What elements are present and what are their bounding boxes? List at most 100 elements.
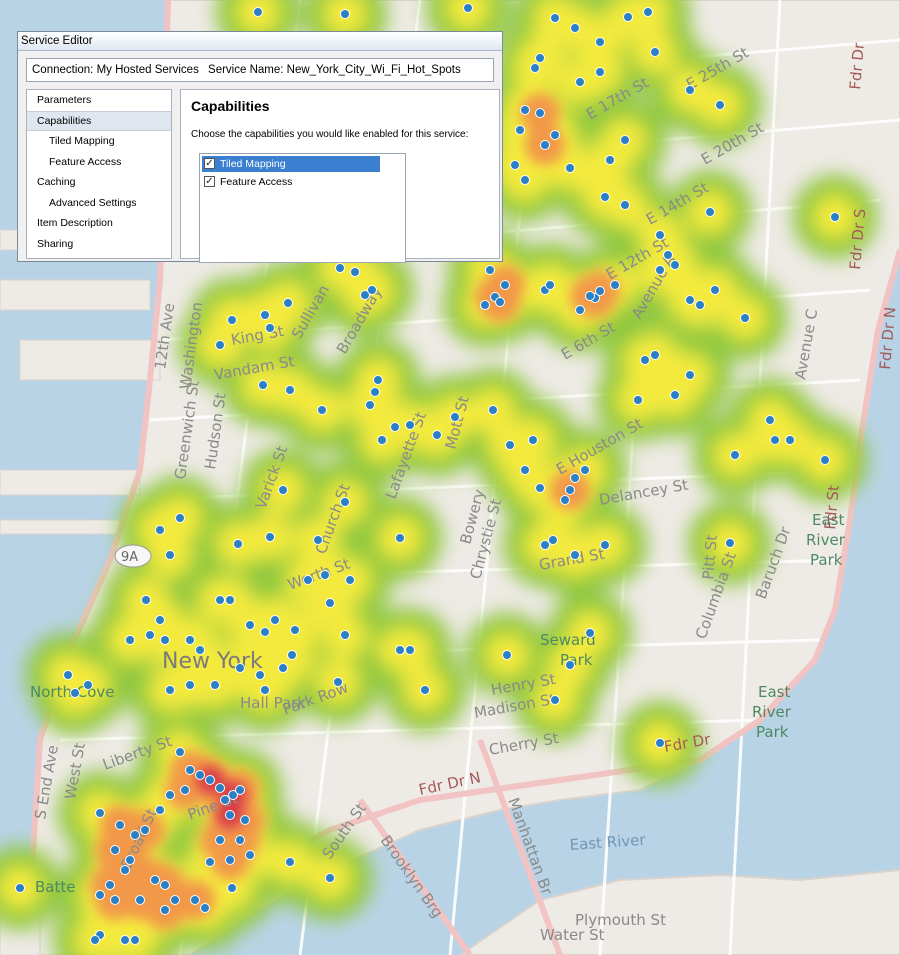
wifi-hotspot-point[interactable] [432,430,442,440]
wifi-hotspot-point[interactable] [650,350,660,360]
wifi-hotspot-point[interactable] [502,650,512,660]
wifi-hotspot-point[interactable] [115,820,125,830]
wifi-hotspot-point[interactable] [180,785,190,795]
wifi-hotspot-point[interactable] [110,845,120,855]
wifi-hotspot-point[interactable] [333,677,343,687]
wifi-hotspot-point[interactable] [340,630,350,640]
wifi-hotspot-point[interactable] [610,280,620,290]
wifi-hotspot-point[interactable] [255,670,265,680]
wifi-hotspot-point[interactable] [550,13,560,23]
wifi-hotspot-point[interactable] [290,625,300,635]
wifi-hotspot-point[interactable] [570,473,580,483]
wifi-hotspot-point[interactable] [225,855,235,865]
wifi-hotspot-point[interactable] [130,830,140,840]
wifi-hotspot-point[interactable] [95,808,105,818]
wifi-hotspot-point[interactable] [535,483,545,493]
map-view[interactable]: New York East River East River Park East… [0,0,900,955]
wifi-hotspot-point[interactable] [655,265,665,275]
wifi-hotspot-point[interactable] [233,539,243,549]
wifi-hotspot-point[interactable] [320,570,330,580]
wifi-hotspot-point[interactable] [480,300,490,310]
wifi-hotspot-point[interactable] [520,465,530,475]
wifi-hotspot-point[interactable] [740,313,750,323]
wifi-hotspot-point[interactable] [500,280,510,290]
wifi-hotspot-point[interactable] [463,3,473,13]
wifi-hotspot-point[interactable] [705,207,715,217]
wifi-hotspot-point[interactable] [253,7,263,17]
wifi-hotspot-point[interactable] [820,455,830,465]
wifi-hotspot-point[interactable] [565,660,575,670]
wifi-hotspot-point[interactable] [215,340,225,350]
wifi-hotspot-point[interactable] [83,680,93,690]
wifi-hotspot-point[interactable] [195,770,205,780]
wifi-hotspot-point[interactable] [278,485,288,495]
capability-tiled-mapping[interactable]: ✓ Tiled Mapping [202,156,380,172]
wifi-hotspot-point[interactable] [160,880,170,890]
wifi-hotspot-point[interactable] [580,465,590,475]
wifi-hotspot-point[interactable] [350,267,360,277]
wifi-hotspot-point[interactable] [545,280,555,290]
wifi-hotspot-point[interactable] [205,775,215,785]
wifi-hotspot-point[interactable] [548,535,558,545]
nav-item-caching[interactable]: Caching [27,172,171,193]
wifi-hotspot-point[interactable] [258,380,268,390]
wifi-hotspot-point[interactable] [670,260,680,270]
nav-item-tiled-mapping[interactable]: Tiled Mapping [27,131,171,152]
wifi-hotspot-point[interactable] [595,67,605,77]
wifi-hotspot-point[interactable] [620,135,630,145]
wifi-hotspot-point[interactable] [510,160,520,170]
wifi-hotspot-point[interactable] [585,291,595,301]
wifi-hotspot-point[interactable] [15,883,25,893]
wifi-hotspot-point[interactable] [390,422,400,432]
wifi-hotspot-point[interactable] [150,875,160,885]
wifi-hotspot-point[interactable] [520,105,530,115]
wifi-hotspot-point[interactable] [130,935,140,945]
wifi-hotspot-point[interactable] [395,533,405,543]
wifi-hotspot-point[interactable] [155,525,165,535]
capabilities-list[interactable]: ✓ Tiled Mapping ✓ Feature Access [199,153,406,263]
wifi-hotspot-point[interactable] [365,400,375,410]
wifi-hotspot-point[interactable] [285,857,295,867]
nav-item-parameters[interactable]: Parameters [27,90,171,111]
wifi-hotspot-point[interactable] [215,595,225,605]
wifi-hotspot-point[interactable] [325,598,335,608]
wifi-hotspot-point[interactable] [520,175,530,185]
service-editor-dialog[interactable]: Service Editor Connection: My Hosted Ser… [17,31,503,263]
wifi-hotspot-point[interactable] [655,230,665,240]
wifi-hotspot-point[interactable] [600,192,610,202]
wifi-hotspot-point[interactable] [528,435,538,445]
wifi-hotspot-point[interactable] [225,810,235,820]
wifi-hotspot-point[interactable] [215,783,225,793]
wifi-hotspot-point[interactable] [63,670,73,680]
wifi-hotspot-point[interactable] [535,53,545,63]
wifi-hotspot-point[interactable] [405,420,415,430]
wifi-hotspot-point[interactable] [570,23,580,33]
wifi-hotspot-point[interactable] [505,440,515,450]
wifi-hotspot-point[interactable] [260,685,270,695]
wifi-hotspot-point[interactable] [200,903,210,913]
wifi-hotspot-point[interactable] [605,155,615,165]
wifi-hotspot-point[interactable] [215,835,225,845]
wifi-hotspot-point[interactable] [278,663,288,673]
nav-item-capabilities[interactable]: Capabilities [27,110,171,131]
nav-item-item-description[interactable]: Item Description [27,213,171,234]
wifi-hotspot-point[interactable] [377,435,387,445]
wifi-hotspot-point[interactable] [345,575,355,585]
wifi-hotspot-point[interactable] [165,790,175,800]
wifi-hotspot-point[interactable] [235,835,245,845]
wifi-hotspot-point[interactable] [141,595,151,605]
wifi-hotspot-point[interactable] [663,250,673,260]
wifi-hotspot-point[interactable] [260,627,270,637]
wifi-hotspot-point[interactable] [495,297,505,307]
wifi-hotspot-point[interactable] [185,635,195,645]
wifi-hotspot-point[interactable] [260,310,270,320]
wifi-hotspot-point[interactable] [540,540,550,550]
wifi-hotspot-point[interactable] [105,880,115,890]
wifi-hotspot-point[interactable] [283,298,293,308]
wifi-hotspot-point[interactable] [135,895,145,905]
wifi-hotspot-point[interactable] [370,387,380,397]
wifi-hotspot-point[interactable] [235,663,245,673]
wifi-hotspot-point[interactable] [175,513,185,523]
wifi-hotspot-point[interactable] [570,550,580,560]
wifi-hotspot-point[interactable] [225,595,235,605]
